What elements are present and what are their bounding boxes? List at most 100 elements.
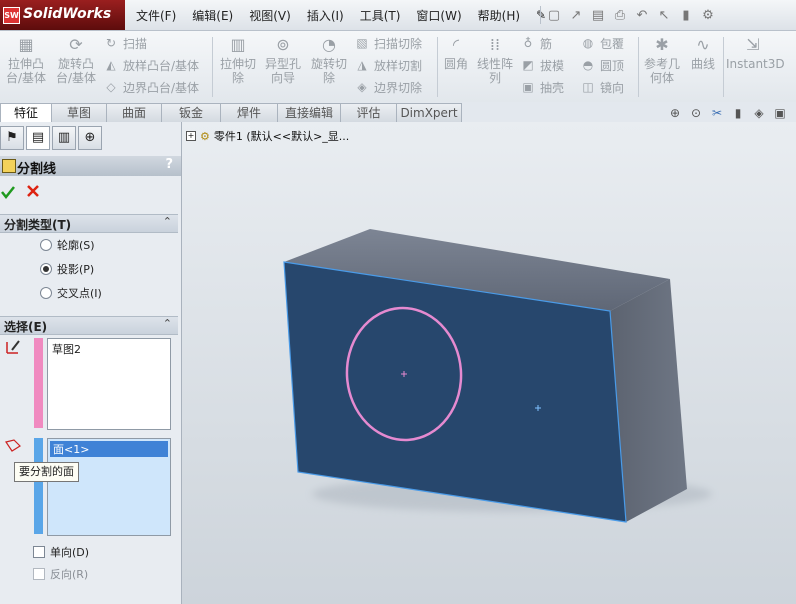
extrude-boss-icon: ▦	[18, 35, 34, 54]
graphics-area[interactable]: + ⚙ 零件1 (默认<<默认>_显...	[182, 122, 796, 604]
list-item[interactable]: 草图2	[48, 339, 170, 359]
boundary-boss-button[interactable]: ◇ 边界凸台/基体	[103, 77, 199, 97]
tooltip: 要分割的面	[14, 462, 79, 482]
help-button[interactable]: ?	[165, 157, 173, 172]
tab-evaluate[interactable]: 评估	[340, 103, 397, 123]
config-manager-tab-icon[interactable]: ▥	[52, 126, 76, 150]
menu-window[interactable]: 窗口(W)	[408, 7, 469, 24]
tab-direct-editing[interactable]: 直接编辑	[277, 103, 341, 123]
boundary-cut-button[interactable]: ◈ 边界切除	[354, 77, 422, 97]
reference-geometry-icon: ✱	[655, 35, 669, 54]
single-direction-checkbox[interactable]: 单向(D)	[33, 544, 89, 560]
tab-weldments[interactable]: 焊件	[220, 103, 278, 123]
new-file-icon[interactable]: ▢	[545, 6, 563, 24]
tab-features[interactable]: 特征	[0, 103, 52, 123]
extrude-cut-button[interactable]: ▥ 拉伸切 除	[216, 35, 260, 85]
dimxpert-tab-icon[interactable]: ⊕	[78, 126, 102, 150]
rib-button[interactable]: ♁ 筋	[520, 33, 552, 53]
dome-button[interactable]: ◓ 圆顶	[580, 55, 624, 75]
face-selection-list[interactable]: 面<1>	[47, 438, 171, 536]
app-logo[interactable]: SW SolidWorks	[0, 0, 125, 30]
sweep-icon: ↻	[105, 36, 117, 50]
ok-checkmark-icon[interactable]	[0, 184, 16, 200]
loft-icon: ◭	[106, 58, 116, 72]
rib-icon: ♁	[523, 36, 533, 50]
menu-help[interactable]: 帮助(H)	[470, 7, 528, 24]
draft-icon: ◩	[522, 58, 534, 72]
solidworks-logo-icon: SW	[3, 7, 20, 24]
collapse-chevron-icon[interactable]: ⌃	[163, 317, 172, 330]
cancel-x-icon[interactable]	[26, 184, 40, 198]
print-icon[interactable]: ⎙	[611, 6, 629, 24]
instant3d-icon: ⇲	[746, 35, 760, 54]
loft-cut-button[interactable]: ◮ 放样切割	[354, 55, 422, 75]
split-line-icon	[2, 159, 16, 173]
fillet-button[interactable]: ◜ 圆角	[440, 35, 472, 71]
sweep-cut-button[interactable]: ▧ 扫描切除	[354, 33, 422, 53]
revolve-cut-button[interactable]: ◔ 旋转切 除	[307, 35, 351, 85]
view-orientation-icon[interactable]: ◈	[750, 106, 768, 120]
instant3d-button[interactable]: ⇲ Instant3D	[726, 35, 785, 71]
tab-sketch[interactable]: 草图	[51, 103, 107, 123]
boundary-cut-icon: ◈	[357, 80, 367, 94]
sketch-color-bar	[34, 338, 43, 428]
menu-tools[interactable]: 工具(T)	[352, 7, 409, 24]
menu-insert[interactable]: 插入(I)	[299, 7, 352, 24]
face-selection-icon	[5, 439, 21, 452]
face-color-bar	[34, 438, 43, 534]
draft-button[interactable]: ◩ 拔模	[520, 55, 564, 75]
hole-wizard-button[interactable]: ⊚ 异型孔 向导	[262, 35, 304, 85]
loft-button[interactable]: ◭ 放样凸台/基体	[103, 55, 199, 75]
list-item[interactable]: 面<1>	[50, 441, 168, 457]
quick-access-toolbar: ▢ ↗ ▤ ⎙ ↶ ↖ ▮ ⚙	[540, 3, 717, 27]
radio-silhouette[interactable]: 轮廓(S)	[40, 237, 95, 253]
menu-file[interactable]: 文件(F)	[128, 7, 184, 24]
undo-icon[interactable]: ↶	[633, 6, 651, 24]
tab-sheet-metal[interactable]: 钣金	[161, 103, 221, 123]
menu-edit[interactable]: 编辑(E)	[184, 7, 241, 24]
model-view[interactable]	[182, 122, 796, 604]
panel-header: 分割线 ?	[0, 156, 181, 177]
sketch-selection-icon	[6, 340, 20, 354]
options-icon[interactable]: ⚙	[699, 6, 717, 24]
zoom-area-icon[interactable]: ⊙	[687, 106, 705, 120]
selection-section[interactable]: 选择(E) ⌃	[0, 316, 178, 335]
display-style-icon[interactable]: ▣	[771, 106, 789, 120]
menu-view[interactable]: 视图(V)	[241, 7, 299, 24]
wrap-button[interactable]: ◍ 包覆	[580, 33, 624, 53]
linear-pattern-button[interactable]: ⁞⁞ 线性阵 列	[474, 35, 516, 85]
shell-button[interactable]: ▣ 抽壳	[520, 77, 564, 97]
mirror-icon: ◫	[582, 80, 594, 94]
feature-tree-tab-icon[interactable]: ⚑	[0, 126, 24, 150]
mirror-button[interactable]: ◫ 镜向	[580, 77, 624, 97]
revolve-boss-button[interactable]: ⟳ 旋转凸 台/基体	[52, 35, 100, 85]
reverse-direction-checkbox[interactable]: 反向(R)	[33, 566, 88, 582]
tab-dimxpert[interactable]: DimXpert	[396, 103, 462, 123]
save-icon[interactable]: ▤	[589, 6, 607, 24]
collapse-chevron-icon[interactable]: ⌃	[163, 215, 172, 228]
boundary-icon: ◇	[106, 80, 116, 94]
menu-bar: 文件(F) 编辑(E) 视图(V) 插入(I) 工具(T) 窗口(W) 帮助(H…	[128, 0, 554, 30]
zoom-fit-icon[interactable]: ⊕	[666, 106, 684, 120]
rebuild-icon[interactable]: ▮	[677, 6, 695, 24]
panel-title: 分割线	[17, 162, 57, 177]
radio-projection[interactable]: 投影(P)	[40, 261, 94, 277]
sketch-selection-list[interactable]: 草图2	[47, 338, 171, 430]
section-view-icon[interactable]: ▮	[729, 106, 747, 120]
extrude-boss-button[interactable]: ▦ 拉伸凸 台/基体	[3, 35, 49, 85]
dome-icon: ◓	[582, 58, 594, 72]
open-file-icon[interactable]: ↗	[567, 6, 585, 24]
reference-geometry-button[interactable]: ✱ 参考几 何体	[641, 35, 683, 85]
sweep-button[interactable]: ↻ 扫描	[103, 33, 147, 53]
linear-pattern-icon: ⁞⁞	[489, 35, 501, 54]
tab-surfaces[interactable]: 曲面	[106, 103, 162, 123]
extrude-cut-icon: ▥	[230, 35, 246, 54]
revolve-cut-icon: ◔	[322, 35, 336, 54]
radio-intersection[interactable]: 交叉点(I)	[40, 285, 102, 301]
split-type-section[interactable]: 分割类型(T) ⌃	[0, 214, 178, 233]
previous-view-icon[interactable]: ✂	[708, 106, 726, 120]
property-manager-tab-icon[interactable]: ▤	[26, 126, 50, 150]
curves-button[interactable]: ∿ 曲线	[686, 35, 720, 71]
select-icon[interactable]: ↖	[655, 6, 673, 24]
sweep-cut-icon: ▧	[356, 36, 368, 50]
